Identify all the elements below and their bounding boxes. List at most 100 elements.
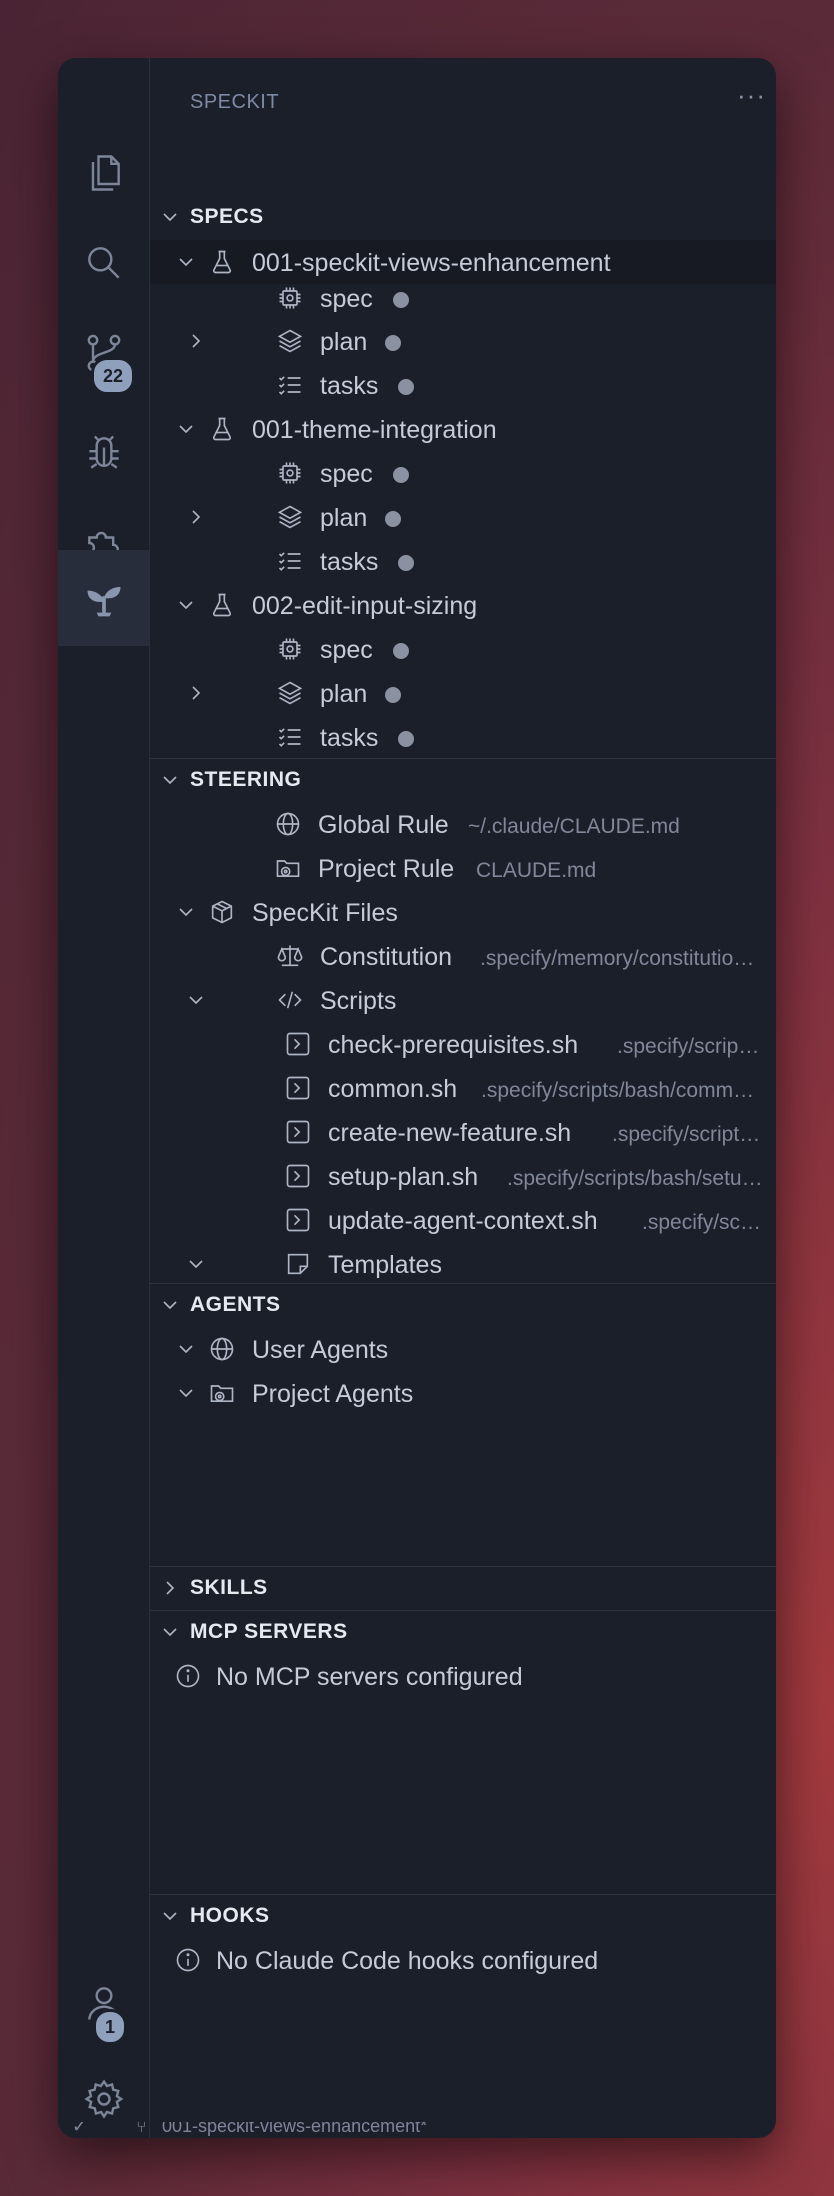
tasks-label: tasks <box>320 548 379 576</box>
chevron-down-icon <box>163 1628 177 1637</box>
checklist-icon <box>278 728 301 747</box>
source-control-button[interactable]: 22 <box>58 308 149 398</box>
spec-row[interactable]: spec <box>150 627 776 671</box>
debug-button[interactable] <box>58 408 149 498</box>
chevron-down-icon <box>189 996 203 1005</box>
plan-row[interactable]: plan <box>150 671 776 715</box>
speckit-sprout-icon <box>87 587 120 617</box>
script-name: setup-plan.sh <box>328 1163 479 1191</box>
chevron-down-icon <box>179 908 193 917</box>
user-agents-label: User Agents <box>252 1336 389 1364</box>
global-rule-row[interactable]: Global Rule ~/.claude/CLAUDE.md <box>150 802 776 846</box>
speckit-button[interactable] <box>58 550 149 646</box>
speckit-files-label: SpecKit Files <box>252 899 398 927</box>
chevron-down-icon <box>163 1912 177 1921</box>
account-badge: 1 <box>93 2009 127 2045</box>
checklist-icon <box>278 552 301 571</box>
chevron-right-icon <box>192 510 201 524</box>
scripts-row[interactable]: Scripts <box>150 978 776 1022</box>
explorer-button[interactable] <box>58 128 149 218</box>
branch-name[interactable]: 001-speckit-views-enhancement* <box>162 2122 427 2137</box>
templates-label: Templates <box>328 1251 442 1279</box>
scripts-label: Scripts <box>320 987 397 1015</box>
constitution-path: .specify/memory/constitution.md <box>480 947 762 970</box>
vscode-window: 22 1 SPECKIT ··· SPECS 001-speckit-views… <box>58 58 776 2138</box>
chevron-down-icon <box>163 776 177 785</box>
hooks-section-title: HOOKS <box>190 1903 270 1927</box>
chevron-down-icon <box>179 1345 193 1354</box>
project-rule-label: Project Rule <box>318 855 455 883</box>
terminal-icon <box>286 1164 310 1188</box>
plan-label: plan <box>320 680 368 708</box>
mcp-section-title: MCP SERVERS <box>190 1619 348 1643</box>
more-actions-icon[interactable]: ··· <box>737 80 766 111</box>
feature-row[interactable]: 001-theme-integration <box>150 407 776 451</box>
hooks-section-header[interactable]: HOOKS <box>150 1894 776 1936</box>
status-dot <box>393 292 409 308</box>
project-agents-label: Project Agents <box>252 1380 414 1408</box>
script-file-row[interactable]: create-new-feature.sh .specify/scripts/b… <box>150 1110 776 1154</box>
hooks-empty-text: No Claude Code hooks configured <box>216 1947 599 1975</box>
project-agents-row[interactable]: Project Agents <box>150 1371 776 1415</box>
spec-label: spec <box>320 285 373 313</box>
search-button[interactable] <box>58 218 149 308</box>
script-name: check-prerequisites.sh <box>328 1031 579 1059</box>
script-file-row[interactable]: check-prerequisites.sh .specify/scripts/… <box>150 1022 776 1066</box>
script-path: .specify/scripts/bash/check-prerequisite… <box>617 1035 763 1058</box>
global-rule-path: ~/.claude/CLAUDE.md <box>468 815 680 838</box>
beaker-icon <box>212 417 232 441</box>
plan-row[interactable]: plan <box>150 319 776 363</box>
skills-section-header[interactable]: SKILLS <box>150 1566 776 1608</box>
spec-row[interactable]: spec <box>150 451 776 495</box>
constitution-label: Constitution <box>320 943 453 971</box>
spec-row[interactable]: spec <box>150 276 776 320</box>
tasks-row[interactable]: tasks <box>150 363 776 407</box>
chevron-right-icon <box>192 686 201 700</box>
skills-section-title: SKILLS <box>190 1575 268 1599</box>
project-rule-path: CLAUDE.md <box>476 859 597 882</box>
steering-section-header[interactable]: STEERING <box>150 758 776 800</box>
specs-section-header[interactable]: SPECS <box>150 196 776 238</box>
code-icon <box>278 991 302 1009</box>
feature-name: 001-theme-integration <box>252 416 497 444</box>
plan-label: plan <box>320 328 368 356</box>
status-bar: ✓ ⑂ 001-speckit-views-enhancement* <box>58 2122 776 2138</box>
plan-row[interactable]: plan <box>150 495 776 539</box>
agents-section-header[interactable]: AGENTS <box>150 1283 776 1325</box>
status-dot <box>385 511 401 527</box>
globe-icon <box>210 1337 234 1361</box>
remote-icon[interactable]: ✓ <box>72 2122 87 2137</box>
agents-section-title: AGENTS <box>190 1292 281 1316</box>
mcp-empty-row: No MCP servers configured <box>150 1654 776 1698</box>
checklist-icon <box>278 376 301 395</box>
script-file-row[interactable]: common.sh .specify/scripts/bash/common.s… <box>150 1066 776 1110</box>
mcp-section-header[interactable]: MCP SERVERS <box>150 1610 776 1652</box>
speckit-files-row[interactable]: SpecKit Files <box>150 890 776 934</box>
feature-row[interactable]: 002-edit-input-sizing <box>150 583 776 627</box>
folder-target-icon <box>210 1385 234 1402</box>
feature-name: 002-edit-input-sizing <box>252 592 478 620</box>
mcp-empty-text: No MCP servers configured <box>216 1663 523 1691</box>
layers-icon <box>277 681 303 705</box>
beaker-icon <box>212 593 232 617</box>
accounts-button[interactable]: 1 <box>58 1958 149 2048</box>
tasks-row[interactable]: tasks <box>150 715 776 759</box>
chip-icon <box>279 462 301 484</box>
settings-gear-icon <box>83 2079 123 2119</box>
constitution-row[interactable]: Constitution .specify/memory/constitutio… <box>150 934 776 978</box>
script-file-row[interactable]: setup-plan.sh .specify/scripts/bash/setu… <box>150 1154 776 1198</box>
templates-row[interactable]: Templates <box>150 1242 776 1282</box>
status-dot <box>393 643 409 659</box>
tasks-row[interactable]: tasks <box>150 539 776 583</box>
status-dot <box>385 687 401 703</box>
script-path: .specify/scripts/bash/create-new-feature… <box>612 1123 764 1146</box>
status-dot <box>393 467 409 483</box>
project-rule-row[interactable]: Project Rule CLAUDE.md <box>150 846 776 890</box>
status-dot <box>398 379 414 395</box>
source-control-badge: 22 <box>91 357 135 395</box>
script-name: common.sh <box>328 1075 458 1103</box>
hooks-empty-row: No Claude Code hooks configured <box>150 1938 776 1982</box>
sidebar-title: SPECKIT <box>190 91 280 113</box>
user-agents-row[interactable]: User Agents <box>150 1327 776 1371</box>
script-file-row[interactable]: update-agent-context.sh .specify/scripts… <box>150 1198 776 1242</box>
